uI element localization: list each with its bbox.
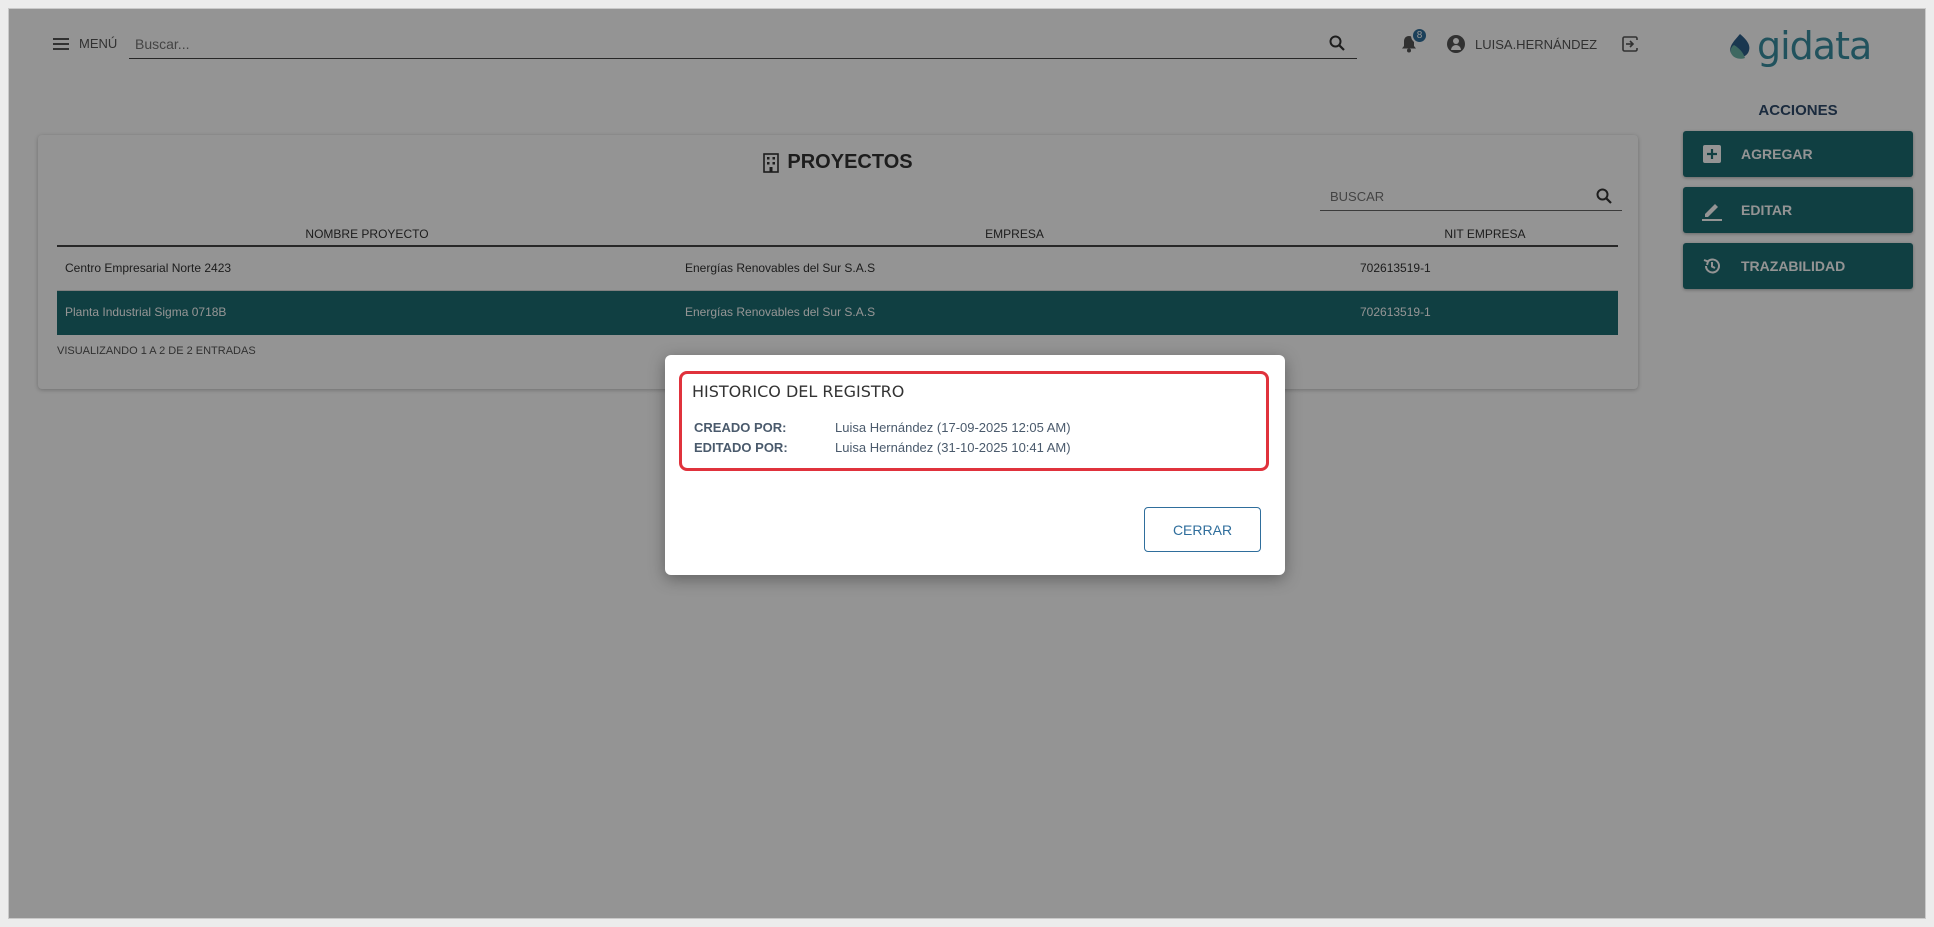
app-window: MENÚ 8 LUISA.HERNÁNDEZ gidata PROYECTOS [8, 8, 1926, 919]
close-button[interactable]: CERRAR [1144, 507, 1261, 552]
created-row: CREADO POR: Luisa Hernández (17-09-2025 … [694, 420, 1071, 435]
modal-title: HISTORICO DEL REGISTRO [692, 382, 905, 401]
edited-label: EDITADO POR: [694, 440, 788, 455]
created-value: Luisa Hernández (17-09-2025 12:05 AM) [835, 420, 1071, 435]
created-label: CREADO POR: [694, 420, 787, 435]
history-highlight-box: HISTORICO DEL REGISTRO CREADO POR: Luisa… [679, 371, 1269, 471]
edited-value: Luisa Hernández (31-10-2025 10:41 AM) [835, 440, 1071, 455]
edited-row: EDITADO POR: Luisa Hernández (31-10-2025… [694, 440, 1071, 455]
history-modal: HISTORICO DEL REGISTRO CREADO POR: Luisa… [665, 355, 1285, 575]
